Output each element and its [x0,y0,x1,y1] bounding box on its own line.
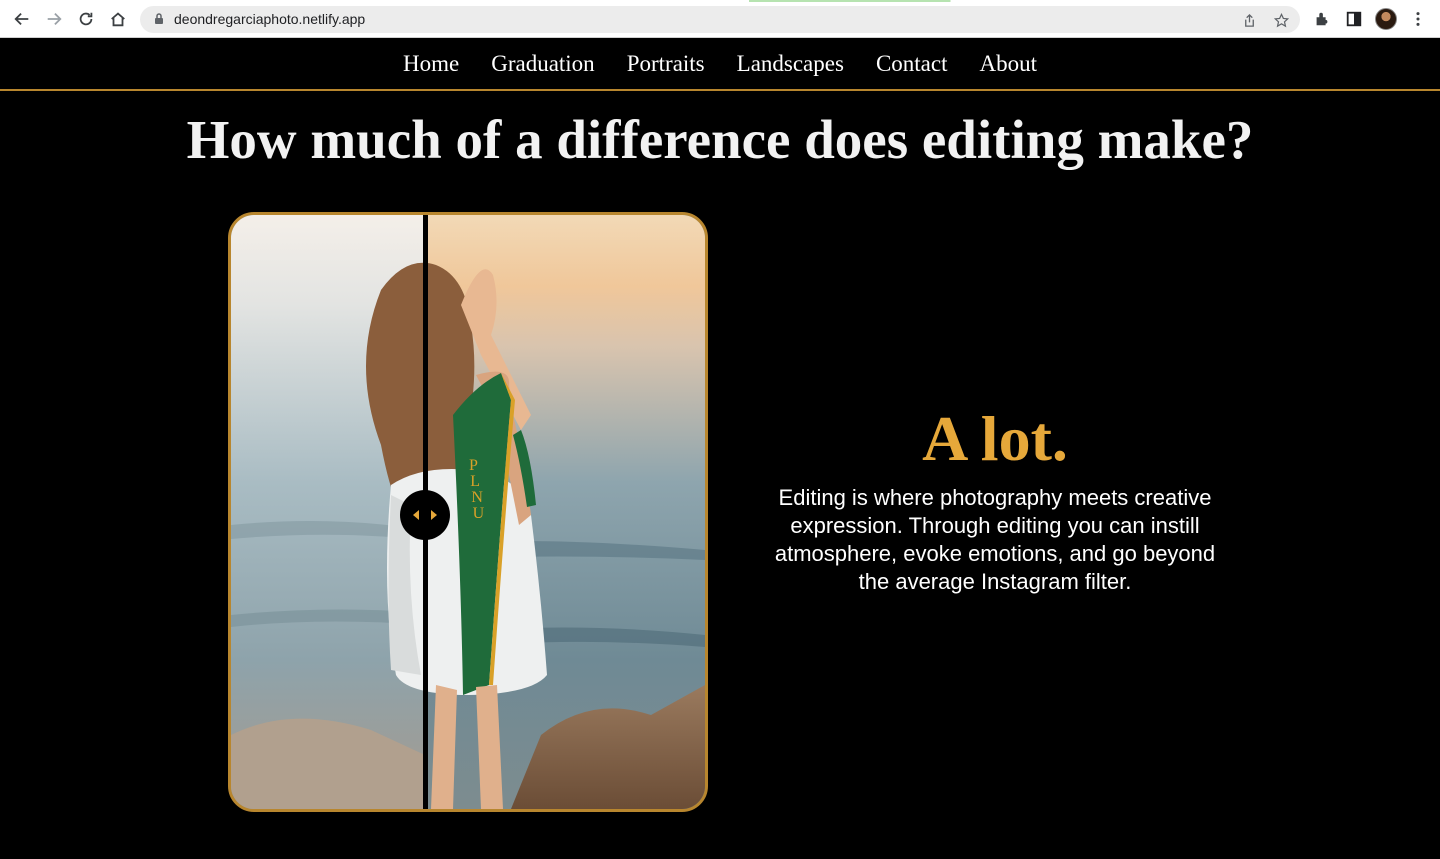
forward-arrow-icon[interactable] [42,7,66,31]
chevron-right-icon [431,510,437,520]
nav-link-home[interactable]: Home [403,51,459,77]
profile-avatar[interactable] [1375,8,1397,30]
nav-link-graduation[interactable]: Graduation [491,51,594,77]
share-icon[interactable] [1240,11,1258,29]
site-navigation: Home Graduation Portraits Landscapes Con… [0,38,1440,91]
extensions-icon[interactable] [1310,7,1334,31]
chevron-left-icon [413,510,419,520]
url-text: deondregarciaphoto.netlify.app [174,11,366,27]
address-bar[interactable]: deondregarciaphoto.netlify.app [140,6,1300,33]
nav-link-landscapes[interactable]: Landscapes [737,51,844,77]
back-arrow-icon[interactable] [10,7,34,31]
menu-dots-icon[interactable] [1406,7,1430,31]
page-headline: How much of a difference does editing ma… [186,109,1254,170]
reload-icon[interactable] [74,7,98,31]
lock-icon [155,13,163,24]
graduation-photo: PLNU [231,215,705,809]
nav-link-portraits[interactable]: Portraits [627,51,705,77]
sidepanel-icon[interactable] [1342,7,1366,31]
answer-title: A lot. [922,403,1068,474]
nav-link-contact[interactable]: Contact [876,51,948,77]
nav-link-about[interactable]: About [979,51,1037,77]
browser-toolbar: deondregarciaphoto.netlify.app [0,0,1440,38]
before-after-comparison[interactable]: PLNU [228,212,708,812]
answer-description: Editing is where photography meets creat… [774,485,1216,594]
star-icon[interactable] [1272,11,1290,29]
loading-progress-bar [0,0,1440,2]
slider-handle[interactable] [400,490,450,540]
home-icon[interactable] [106,7,130,31]
